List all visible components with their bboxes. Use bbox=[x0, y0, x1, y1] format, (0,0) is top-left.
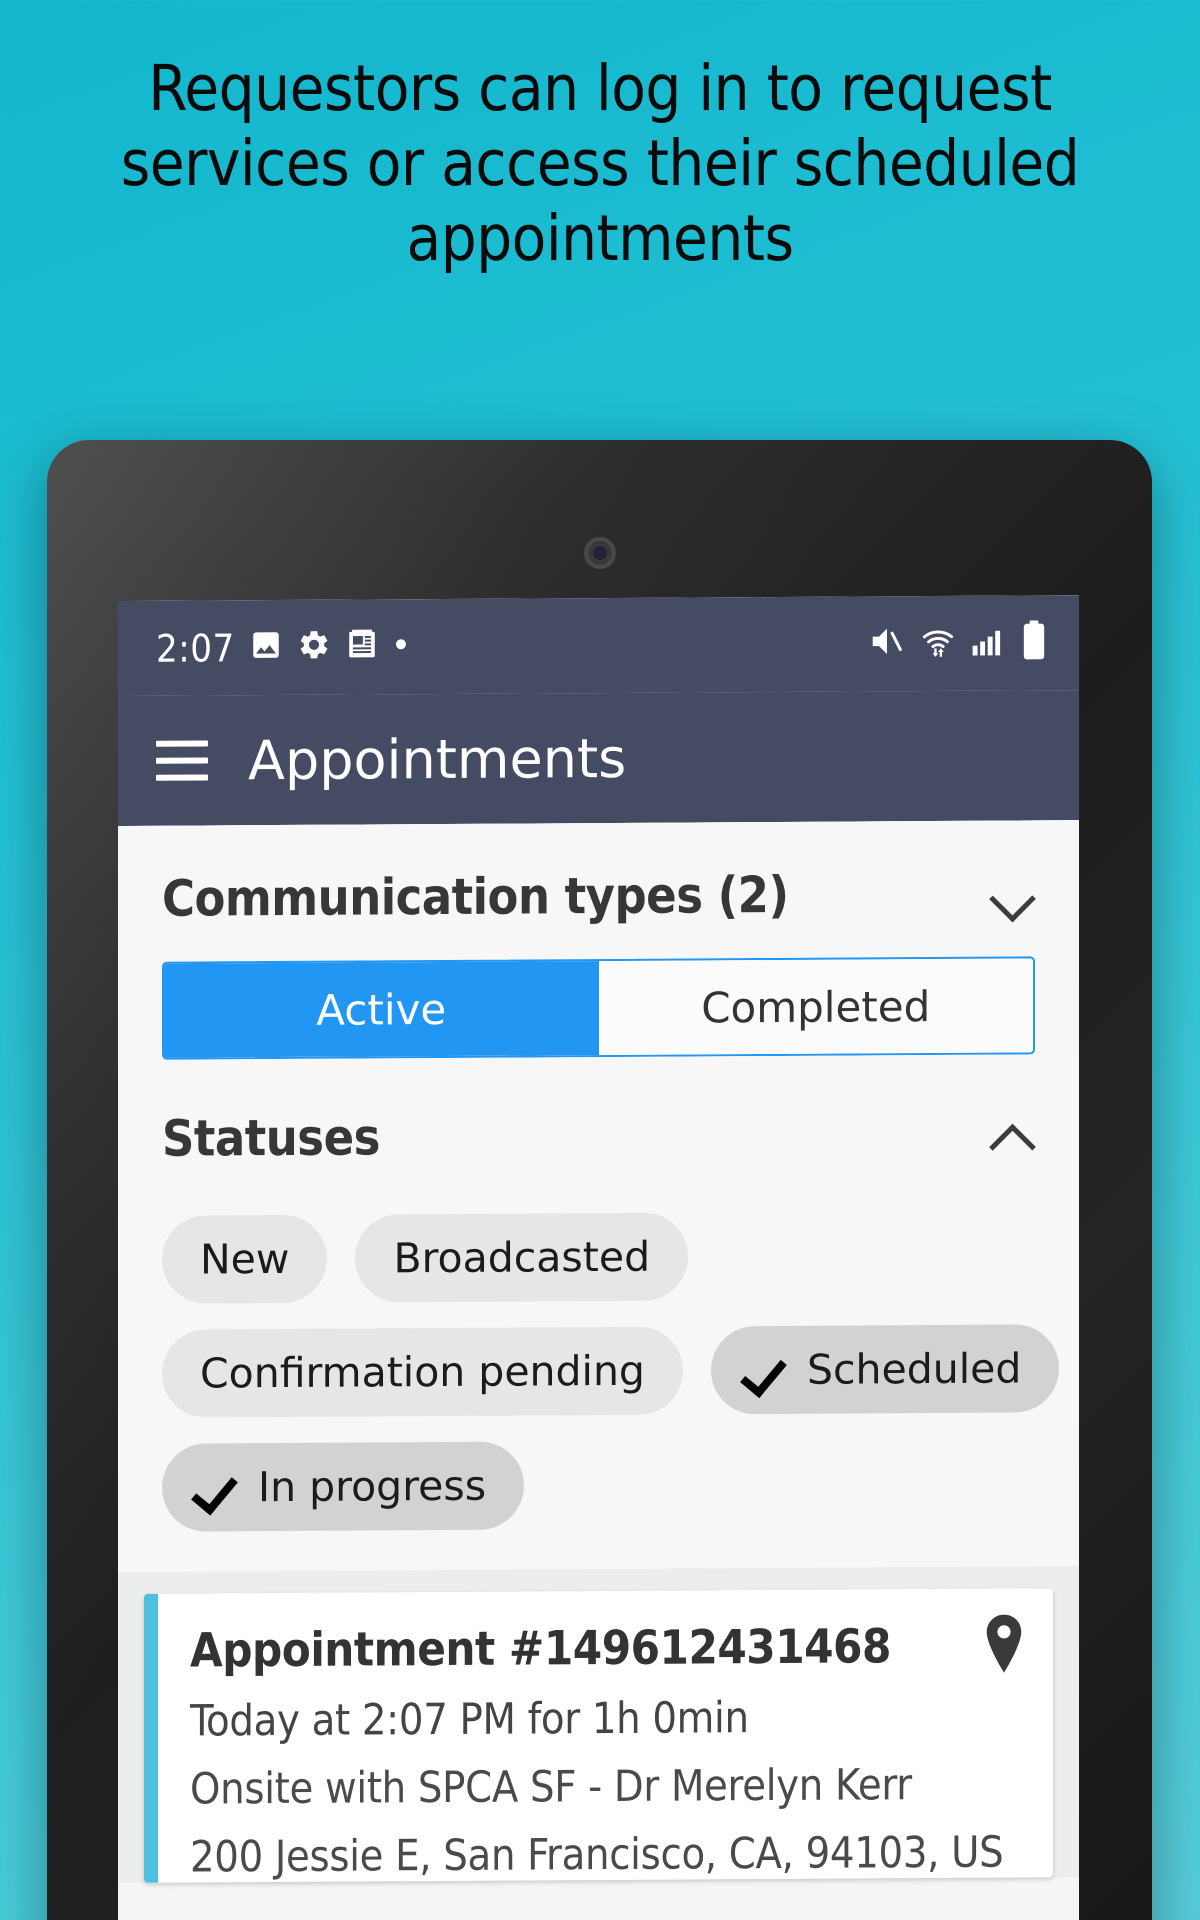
communication-types-header[interactable]: Communication types (2) bbox=[118, 820, 1079, 928]
front-camera-icon bbox=[583, 537, 616, 569]
statuses-label: Statuses bbox=[162, 1108, 380, 1168]
tab-active[interactable]: Active bbox=[164, 961, 599, 1058]
filter-panel: Communication types (2) Active Completed… bbox=[118, 820, 1079, 1883]
communication-types-label: Communication types (2) bbox=[162, 865, 789, 928]
appointment-list: Appointment #149612431468 Today at 2:07 … bbox=[118, 1566, 1079, 1883]
image-icon bbox=[249, 628, 283, 667]
status-chip-label: In progress bbox=[258, 1461, 487, 1512]
status-chip-in-progress[interactable]: In progress bbox=[162, 1441, 525, 1532]
map-pin-icon[interactable] bbox=[981, 1614, 1027, 1674]
headline-line-1: Requestors can log in to request bbox=[148, 52, 1052, 125]
chevron-down-icon[interactable] bbox=[989, 870, 1035, 916]
headline-line-3: appointments bbox=[406, 201, 794, 275]
status-chip-label: Confirmation pending bbox=[200, 1346, 645, 1398]
dot-icon bbox=[393, 636, 409, 657]
status-chip-label: Scheduled bbox=[806, 1344, 1022, 1394]
status-chip-label: New bbox=[200, 1234, 290, 1284]
appointment-card[interactable]: Appointment #149612431468 Today at 2:07 … bbox=[144, 1588, 1053, 1883]
chevron-up-icon[interactable] bbox=[989, 1110, 1035, 1156]
status-chip-label: Broadcasted bbox=[393, 1232, 651, 1283]
status-chip-confirmation-pending[interactable]: Confirmation pending bbox=[162, 1326, 683, 1418]
appointment-datetime: Today at 2:07 PM for 1h 0min bbox=[190, 1693, 749, 1747]
appointment-provider: Onsite with SPCA SF - Dr Merelyn Kerr bbox=[190, 1760, 912, 1815]
news-icon bbox=[345, 627, 379, 666]
gear-icon bbox=[297, 628, 331, 667]
appointment-title: Appointment #149612431468 bbox=[190, 1619, 891, 1679]
wifi-icon bbox=[919, 624, 957, 663]
status-chip-scheduled[interactable]: Scheduled bbox=[710, 1324, 1060, 1415]
hamburger-menu-icon[interactable] bbox=[156, 740, 208, 781]
status-chip-new[interactable]: New bbox=[162, 1214, 328, 1304]
cellular-signal-icon bbox=[971, 624, 1007, 663]
status-chip-broadcasted[interactable]: Broadcasted bbox=[355, 1212, 689, 1303]
tab-completed[interactable]: Completed bbox=[598, 958, 1033, 1056]
status-chip-row-3: In progress bbox=[162, 1438, 1035, 1532]
status-bar-left: 2:07 bbox=[156, 622, 867, 670]
appointment-address: 200 Jessie E, San Francisco, CA, 94103, … bbox=[190, 1827, 1004, 1883]
status-bar: 2:07 bbox=[118, 595, 1079, 696]
statuses-header[interactable]: Statuses bbox=[118, 1054, 1079, 1168]
appointment-card-body: Appointment #149612431468 Today at 2:07 … bbox=[158, 1588, 1053, 1883]
status-chip-row-2: Confirmation pending Scheduled bbox=[162, 1324, 1060, 1418]
status-bar-clock: 2:07 bbox=[156, 625, 235, 671]
page-title: Appointments bbox=[248, 726, 627, 792]
checkmark-icon bbox=[749, 1358, 789, 1382]
status-segmented-control[interactable]: Active Completed bbox=[162, 956, 1035, 1060]
appointment-status-stripe bbox=[144, 1593, 158, 1883]
status-bar-right bbox=[867, 620, 1047, 666]
battery-icon bbox=[1021, 620, 1047, 665]
promo-headline: Requestors can log in to request service… bbox=[0, 52, 1200, 277]
headline-line-2: services or access their scheduled bbox=[120, 126, 1080, 200]
status-chip-group: New Broadcasted Confirmation pending Sch… bbox=[118, 1162, 1079, 1572]
status-chip-row-1: New Broadcasted bbox=[162, 1210, 1035, 1304]
volume-mute-icon bbox=[867, 622, 905, 665]
app-bar: Appointments bbox=[118, 690, 1079, 826]
phone-screen: 2:07 Appointments Communication types (2… bbox=[118, 595, 1079, 1920]
device-frame: 2:07 Appointments Communication types (2… bbox=[47, 440, 1152, 1920]
checkmark-icon bbox=[200, 1475, 240, 1499]
